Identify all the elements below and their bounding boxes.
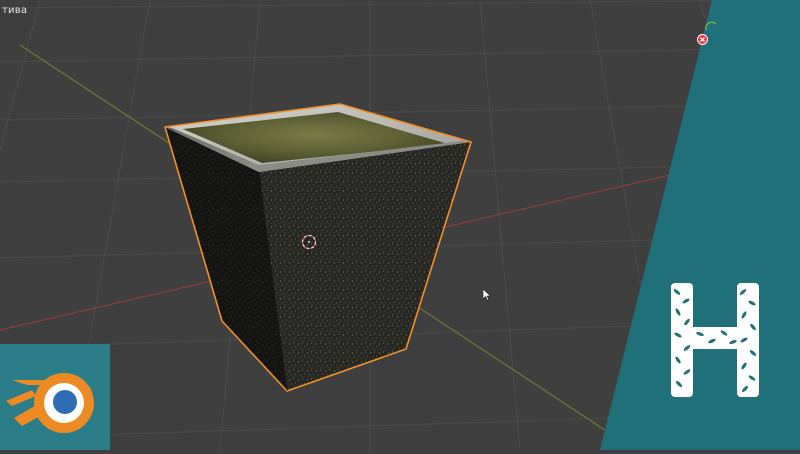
- viewport-canvas[interactable]: [0, 0, 800, 450]
- blender-logo-icon: [6, 373, 94, 433]
- viewport-header-label: тива: [2, 5, 28, 16]
- mouse-pointer-icon: [483, 289, 491, 301]
- 3d-viewport[interactable]: [0, 0, 800, 450]
- blender-logo-tile: [0, 344, 110, 450]
- pot-front-face: [259, 142, 471, 391]
- pot-mesh[interactable]: [164, 103, 472, 392]
- close-icon[interactable]: [697, 34, 708, 45]
